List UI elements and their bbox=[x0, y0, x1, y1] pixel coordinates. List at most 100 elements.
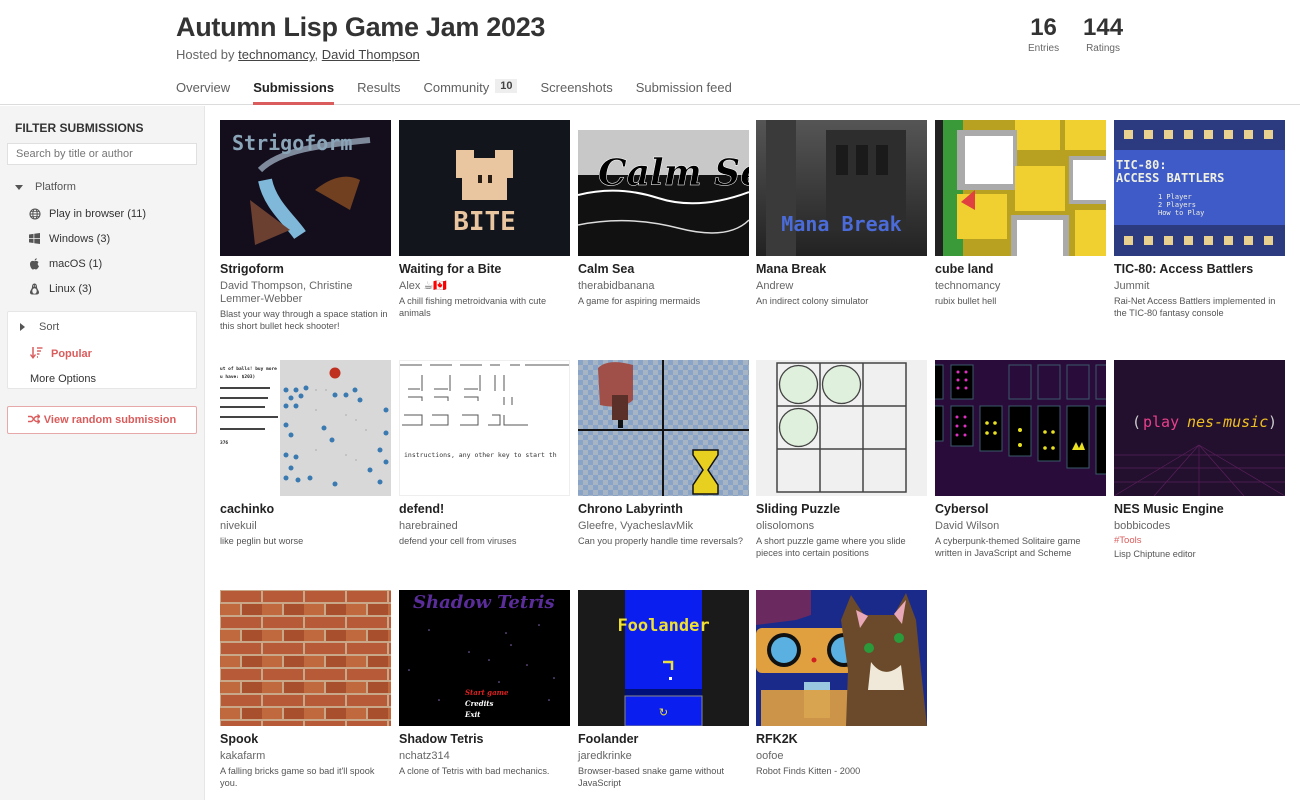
submission-thumbnail-mana-break[interactable]: Mana Break bbox=[756, 120, 927, 256]
thumbnail-art bbox=[756, 590, 927, 726]
thumbnail-art: Shadow Tetris Start game Credits Exit bbox=[399, 590, 570, 726]
thumbnail-line: ( bbox=[1132, 413, 1141, 431]
submission-title[interactable]: Sliding Puzzle bbox=[756, 502, 927, 516]
view-random-submission-button[interactable]: View random submission bbox=[7, 406, 197, 434]
submission-thumbnail-strigoform[interactable]: Strigoform bbox=[220, 120, 391, 256]
submission-thumbnail-foolander[interactable]: Foolander ↻ bbox=[578, 590, 749, 726]
platform-filter-macos[interactable]: macOS (1) bbox=[28, 257, 102, 270]
community-count-badge: 10 bbox=[495, 79, 518, 93]
submission-author[interactable]: bobbicodes bbox=[1114, 520, 1285, 533]
submission-author[interactable]: David Wilson bbox=[935, 520, 1106, 533]
submission-description: Robot Finds Kitten - 2000 bbox=[756, 766, 861, 776]
submission-thumbnail-calm-sea[interactable]: Calm Sea bbox=[578, 120, 749, 256]
apple-icon bbox=[28, 257, 41, 270]
submission-card: Mana Break Mana Break Andrew An indirect… bbox=[756, 120, 927, 308]
submission-title[interactable]: Foolander bbox=[578, 732, 749, 746]
tab-submission-feed[interactable]: Submission feed bbox=[636, 80, 732, 104]
thumbnail-line: 376 bbox=[220, 440, 228, 446]
platform-filter-browser[interactable]: Play in browser (11) bbox=[28, 207, 146, 220]
random-button-label: View random submission bbox=[43, 414, 177, 426]
thumbnail-art: ( play nes-music ) bbox=[1114, 360, 1285, 496]
submission-title[interactable]: TIC-80: Access Battlers bbox=[1114, 262, 1285, 276]
submission-title[interactable]: Cybersol bbox=[935, 502, 1106, 516]
more-options-link[interactable]: More Options bbox=[30, 373, 96, 385]
submission-author[interactable]: Gleefre, VyacheslavMik bbox=[578, 520, 749, 533]
tab-overview[interactable]: Overview bbox=[176, 80, 230, 104]
submission-author[interactable]: therabidbanana bbox=[578, 280, 749, 293]
thumbnail-art bbox=[756, 360, 927, 496]
submission-author[interactable]: Alex ☕🇨🇦 bbox=[399, 280, 570, 293]
submission-description: Rai-Net Access Battlers implemented in t… bbox=[1114, 296, 1276, 318]
submission-thumbnail-sliding-puzzle[interactable] bbox=[756, 360, 927, 496]
platform-filter-linux[interactable]: Linux (3) bbox=[28, 282, 92, 295]
submission-thumbnail-tic-80-access-battlers[interactable]: TIC-80: ACCESS BATTLERS 1 Player 2 Playe… bbox=[1114, 120, 1285, 256]
submission-tag[interactable]: #Tools bbox=[1114, 535, 1285, 546]
submission-description: Lisp Chiptune editor bbox=[1114, 549, 1196, 559]
submission-author[interactable]: jaredkrinke bbox=[578, 750, 749, 763]
submission-author[interactable]: nchatz314 bbox=[399, 750, 570, 763]
jam-tabs: Overview Submissions Results Community 10… bbox=[176, 79, 755, 105]
shuffle-icon bbox=[27, 413, 41, 427]
submission-description: An indirect colony simulator bbox=[756, 296, 869, 306]
sort-popular[interactable]: Popular bbox=[29, 346, 92, 362]
submission-author[interactable]: technomancy bbox=[935, 280, 1106, 293]
thumbnail-title: Calm Sea bbox=[598, 152, 749, 194]
thumbnail-art: instructions, any other key to start th bbox=[400, 361, 569, 495]
submission-thumbnail-defend[interactable]: instructions, any other key to start th bbox=[399, 360, 570, 496]
submission-author[interactable]: kakafarm bbox=[220, 750, 391, 763]
submission-card: TIC-80: ACCESS BATTLERS 1 Player 2 Playe… bbox=[1114, 120, 1285, 319]
submission-title[interactable]: defend! bbox=[399, 502, 570, 516]
submission-title[interactable]: Mana Break bbox=[756, 262, 927, 276]
submission-thumbnail-rfk2k[interactable] bbox=[756, 590, 927, 726]
submission-author[interactable]: nivekuil bbox=[220, 520, 391, 533]
submission-thumbnail-cybersol[interactable] bbox=[935, 360, 1106, 496]
submission-thumbnail-shadow-tetris[interactable]: Shadow Tetris Start game Credits Exit bbox=[399, 590, 570, 726]
tux-icon bbox=[28, 282, 41, 295]
submission-card: BITE Waiting for a Bite Alex ☕🇨🇦 A chill… bbox=[399, 120, 570, 319]
tab-community[interactable]: Community 10 bbox=[423, 79, 518, 104]
host-link-david-thompson[interactable]: David Thompson bbox=[322, 47, 420, 62]
thumbnail-line: Shadow Tetris bbox=[413, 592, 555, 613]
submission-thumbnail-nes-music-engine[interactable]: ( play nes-music ) bbox=[1114, 360, 1285, 496]
host-link-technomancy[interactable]: technomancy bbox=[238, 47, 314, 62]
submission-card: Cybersol David Wilson A cyberpunk-themed… bbox=[935, 360, 1106, 559]
thumbnail-line: ut of balls! buy more bbox=[220, 366, 277, 372]
submission-author[interactable]: harebrained bbox=[399, 520, 570, 533]
tab-results[interactable]: Results bbox=[357, 80, 400, 104]
thumbnail-art: Mana Break bbox=[756, 120, 927, 256]
submission-title[interactable]: Shadow Tetris bbox=[399, 732, 570, 746]
submission-title[interactable]: Chrono Labyrinth bbox=[578, 502, 749, 516]
submission-author[interactable]: oofoe bbox=[756, 750, 927, 763]
submission-thumbnail-chrono-labyrinth[interactable] bbox=[578, 360, 749, 496]
platform-toggle[interactable]: Platform bbox=[15, 181, 76, 193]
submission-title[interactable]: Spook bbox=[220, 732, 391, 746]
submission-author[interactable]: olisolomons bbox=[756, 520, 927, 533]
submission-thumbnail-cachinko[interactable]: ut of balls! buy more u have: $203) 376 bbox=[220, 360, 391, 496]
submission-thumbnail-spook[interactable] bbox=[220, 590, 391, 726]
submission-title[interactable]: NES Music Engine bbox=[1114, 502, 1285, 516]
platform-filter-windows[interactable]: Windows (3) bbox=[28, 232, 110, 245]
submission-description: A falling bricks game so bad it'll spook… bbox=[220, 766, 375, 788]
submission-author[interactable]: Jummit bbox=[1114, 280, 1285, 293]
thumbnail-line: TIC-80: bbox=[1116, 158, 1167, 172]
caret-down-icon bbox=[15, 184, 23, 190]
sort-toggle[interactable]: Sort bbox=[18, 321, 59, 333]
submission-author[interactable]: Andrew bbox=[756, 280, 927, 293]
submission-thumbnail-cube-land[interactable] bbox=[935, 120, 1106, 256]
submission-title[interactable]: cachinko bbox=[220, 502, 391, 516]
submission-title[interactable]: RFK2K bbox=[756, 732, 927, 746]
submission-description: A cyberpunk-themed Solitaire game writte… bbox=[935, 536, 1081, 558]
submission-description: like peglin but worse bbox=[220, 536, 304, 546]
search-input[interactable] bbox=[7, 143, 197, 165]
submission-thumbnail-waiting-for-a-bite[interactable]: BITE bbox=[399, 120, 570, 256]
thumbnail-line: ACCESS BATTLERS bbox=[1116, 171, 1224, 185]
submission-title[interactable]: cube land bbox=[935, 262, 1106, 276]
submission-title[interactable]: Calm Sea bbox=[578, 262, 749, 276]
submission-author[interactable]: David Thompson, Christine Lemmer-Webber bbox=[220, 280, 391, 306]
tab-screenshots[interactable]: Screenshots bbox=[540, 80, 612, 104]
platform-filter-label: Windows (3) bbox=[49, 232, 111, 245]
submission-title[interactable]: Waiting for a Bite bbox=[399, 262, 570, 276]
submission-title[interactable]: Strigoform bbox=[220, 262, 391, 276]
globe-icon bbox=[28, 207, 41, 220]
tab-submissions[interactable]: Submissions bbox=[253, 80, 334, 105]
